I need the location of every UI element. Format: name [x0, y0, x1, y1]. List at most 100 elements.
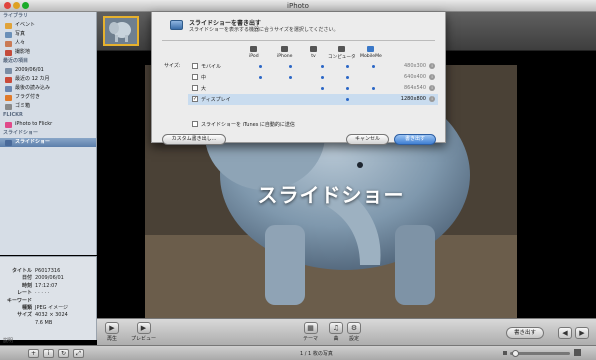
zoom-slider-knob[interactable] [512, 350, 519, 357]
music-button[interactable]: ♫ 曲 [329, 322, 343, 342]
gear-icon: ⚙ [347, 322, 361, 334]
photos-icon [5, 31, 12, 38]
sidebar-item-event-20090601[interactable]: 2009/06/01 [0, 66, 96, 75]
size-option-medium[interactable]: 中 640x400 i [188, 72, 438, 83]
flickr-icon [5, 121, 12, 128]
device-column-mobileme: MobileMe [360, 46, 382, 59]
plus-icon: + [30, 350, 37, 357]
info-icon[interactable]: i [429, 74, 435, 80]
compat-dot [372, 87, 375, 90]
size-checkbox-display[interactable]: ✓ [192, 96, 198, 102]
compat-dot [289, 65, 292, 68]
compat-dot [289, 76, 292, 79]
theme-icon: ▦ [303, 322, 318, 334]
sidebar-item-photos[interactable]: 写真 [0, 30, 96, 39]
iphone-icon [281, 46, 289, 52]
info-icon[interactable]: i [429, 96, 435, 102]
preview-icon: ▶ [136, 322, 151, 334]
info-row-title: タイトル P6017316 [11, 268, 61, 274]
size-checkbox-large[interactable] [192, 85, 198, 91]
faces-icon [5, 40, 12, 47]
compat-dot [321, 76, 324, 79]
zoom-out-icon [503, 351, 507, 355]
settings-button[interactable]: ⚙ 設定 [347, 322, 361, 342]
fullscreen-button[interactable]: ⤢ [73, 349, 84, 358]
info-row-kind: 種類 JPEG イメージ [21, 304, 69, 311]
info-icon[interactable]: i [429, 85, 435, 91]
info-icon: i [47, 350, 50, 357]
status-bar: + i ↻ ⤢ 1 / 1 枚の写真 [0, 345, 596, 360]
size-option-mobile[interactable]: モバイル 480x300 i [188, 61, 438, 72]
sidebar-item-flagged[interactable]: フラグ付き [0, 93, 96, 102]
sidebar-item-events[interactable]: イベント [0, 21, 96, 30]
event-icon [5, 67, 12, 74]
section-header-recent: 最近の項目 [3, 58, 29, 64]
theme-button[interactable]: ▦ テーマ [303, 322, 318, 342]
sidebar-item-slideshow[interactable]: スライドショー [0, 138, 96, 147]
toolbar-export-button[interactable]: 書き出す [506, 327, 544, 339]
next-slide-button[interactable]: ▶ [575, 327, 589, 339]
compat-dot [372, 65, 375, 68]
slideshow-title-overlay: スライドショー [257, 183, 405, 207]
rotate-button[interactable]: ↻ [58, 349, 69, 358]
custom-export-button[interactable]: カスタム書き出し... [162, 134, 226, 145]
preview-button[interactable]: ▶ プレビュー [131, 322, 156, 342]
section-header-slideshows: スライドショー [3, 130, 39, 136]
size-option-display[interactable]: ✓ ディスプレイ 1280x800 i [188, 94, 438, 105]
info-row-keywords: キーワード [6, 297, 32, 304]
play-button[interactable]: ▶ 再生 [105, 322, 119, 342]
elephant-thumbnail-image [105, 18, 137, 44]
photo-count: 1 / 1 枚の写真 [300, 351, 333, 357]
sidebar-item-faces[interactable]: 人々 [0, 39, 96, 48]
export-slideshow-sheet: スライドショーを書き出す スライドショーを表示する機器に合うサイズを選択してくだ… [151, 12, 446, 145]
compat-dot [346, 76, 349, 79]
sidebar-item-trash[interactable]: ゴミ箱 [0, 102, 96, 111]
sidebar-item-flickr[interactable]: iPhoto to Flickr [0, 120, 96, 129]
events-icon [5, 22, 12, 29]
sheet-divider [162, 40, 435, 41]
title-bar: iPhoto [0, 0, 596, 12]
sidebar-item-places[interactable]: 撮影地 [0, 48, 96, 57]
description-label[interactable]: 説明 [3, 337, 13, 344]
export-button[interactable]: 書き出す [394, 134, 436, 145]
fullscreen-icon: ⤢ [76, 350, 81, 357]
compat-dot [346, 98, 349, 101]
info-row-filesize: 7.6 MB [35, 319, 53, 326]
play-icon: ▶ [105, 322, 119, 334]
cancel-button[interactable]: キャンセル [346, 134, 389, 145]
slideshow-export-icon [170, 20, 183, 30]
previous-slide-button[interactable]: ◀ [558, 327, 572, 339]
sidebar-item-last-12-months[interactable]: 最近の 12 カ月 [0, 75, 96, 84]
info-row-rating: レート · · · · · [16, 290, 50, 297]
size-checkbox-medium[interactable] [192, 74, 198, 80]
size-option-large[interactable]: 大 864x540 i [188, 83, 438, 94]
itunes-send-checkbox[interactable] [192, 121, 198, 127]
size-checkbox-mobile[interactable] [192, 63, 198, 69]
trash-icon [5, 103, 12, 110]
compat-dot [321, 87, 324, 90]
ipod-icon [250, 46, 258, 52]
zoom-in-icon [574, 349, 581, 356]
add-button[interactable]: + [28, 349, 39, 358]
arrow-right-icon: ▶ [579, 329, 585, 337]
section-header-flickr: FLICKR [3, 112, 23, 118]
info-row-size: サイズ 4032 × 3024 [17, 312, 68, 319]
source-list: ライブラリ イベント 写真 人々 撮影地 最近の項目 2009/06/01 最近… [0, 12, 97, 255]
info-button[interactable]: i [43, 349, 54, 358]
compat-dot [259, 65, 262, 68]
sheet-subtitle: スライドショーを表示する機器に合うサイズを選択してください。 [189, 27, 339, 33]
device-column-appletv: tv [310, 46, 317, 59]
places-icon [5, 49, 12, 56]
size-label: サイズ: [164, 63, 181, 69]
zoom-slider[interactable] [510, 350, 570, 357]
info-row-time: 時刻 17:12:07 [21, 282, 58, 289]
computer-icon [338, 46, 346, 52]
arrow-left-icon: ◀ [562, 329, 568, 337]
info-row-date: 日付 2009/06/01 [21, 275, 64, 282]
import-icon [5, 85, 12, 92]
compat-dot [346, 87, 349, 90]
bottom-toolbar: ▶ 再生 ▶ プレビュー ▦ テーマ ♫ 曲 ⚙ 設定 書き出す ◀ ▶ [97, 318, 596, 345]
sidebar-item-last-import[interactable]: 最後の読み込み [0, 84, 96, 93]
info-icon[interactable]: i [429, 63, 435, 69]
slide-thumbnail[interactable] [103, 16, 139, 46]
